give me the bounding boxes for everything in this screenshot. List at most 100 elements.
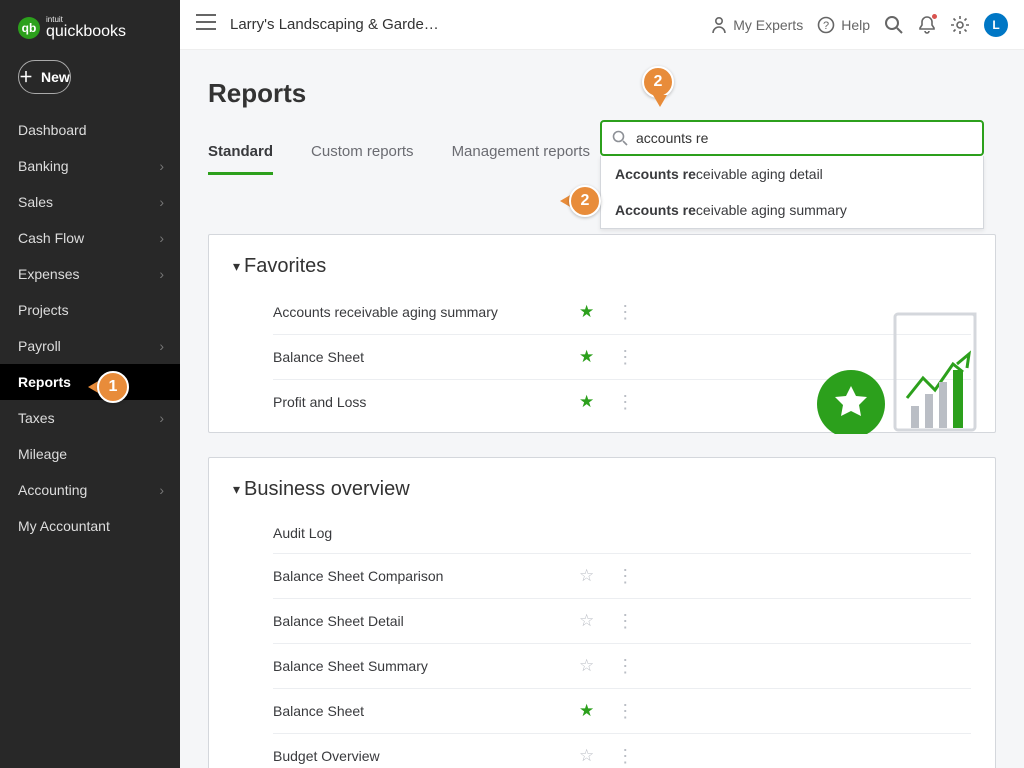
overview-rows: Audit LogBalance Sheet Comparison☆⋮Balan… bbox=[233, 513, 971, 768]
chevron-right-icon: › bbox=[159, 338, 164, 354]
callout-1: 1 bbox=[88, 369, 134, 405]
tab-standard[interactable]: Standard bbox=[208, 143, 273, 175]
report-name[interactable]: Profit and Loss bbox=[273, 394, 573, 410]
favorites-rows: Accounts receivable aging summary★⋮Balan… bbox=[233, 290, 971, 424]
star-icon[interactable]: ☆ bbox=[579, 566, 594, 586]
star-icon[interactable]: ☆ bbox=[579, 746, 594, 766]
search-dropdown: Accounts receivable aging detailAccounts… bbox=[600, 156, 984, 229]
report-row: Balance Sheet ★ ⋮ bbox=[273, 689, 971, 734]
report-name[interactable]: Budget Overview bbox=[273, 748, 573, 764]
sidebar-item-label: Taxes bbox=[18, 410, 55, 426]
sidebar-item-cash-flow[interactable]: Cash Flow› bbox=[0, 220, 180, 256]
search-icon bbox=[884, 15, 904, 35]
callout-2-top-label: 2 bbox=[642, 66, 674, 98]
star-icon[interactable]: ★ bbox=[579, 302, 594, 322]
star-icon[interactable]: ☆ bbox=[579, 656, 594, 676]
report-search-input[interactable] bbox=[636, 130, 972, 146]
report-search-box[interactable] bbox=[600, 120, 984, 156]
report-row: Balance Sheet Summary ☆ ⋮ bbox=[273, 644, 971, 689]
more-icon[interactable]: ⋮ bbox=[616, 702, 634, 720]
tab-management-reports[interactable]: Management reports bbox=[452, 143, 590, 175]
help-label: Help bbox=[841, 17, 870, 33]
favorites-panel: ▾ Favorites Accounts receivable aging su… bbox=[208, 234, 996, 433]
brand-big: quickbooks bbox=[46, 24, 126, 40]
report-row: Balance Sheet Comparison ☆ ⋮ bbox=[273, 554, 971, 599]
plus-icon: ＋ bbox=[19, 67, 33, 87]
qb-badge-icon: qb bbox=[18, 17, 40, 39]
search-button[interactable] bbox=[884, 15, 904, 35]
settings-button[interactable] bbox=[950, 15, 970, 35]
sidebar-item-expenses[interactable]: Expenses › bbox=[0, 256, 180, 292]
more-icon[interactable]: ⋮ bbox=[616, 393, 634, 411]
brand-small: intuit bbox=[46, 16, 126, 24]
chevron-right-icon: › bbox=[159, 410, 164, 426]
report-search-wrap: Accounts receivable aging detailAccounts… bbox=[600, 120, 984, 229]
sidebar-item-mileage[interactable]: Mileage bbox=[0, 436, 180, 472]
callout-2-row-label: 2 bbox=[569, 185, 601, 217]
callout-1-label: 1 bbox=[97, 371, 129, 403]
report-name[interactable]: Balance Sheet bbox=[273, 349, 573, 365]
sidebar-item-sales[interactable]: Sales› bbox=[0, 184, 180, 220]
callout-2-top: 2 bbox=[642, 66, 678, 112]
chevron-right-icon: › bbox=[159, 158, 164, 174]
notifications-button[interactable] bbox=[918, 15, 936, 35]
report-row: Balance Sheet ★ ⋮ bbox=[273, 335, 971, 380]
report-row: Accounts receivable aging summary ★ ⋮ bbox=[273, 290, 971, 335]
sidebar-item-dashboard[interactable]: Dashboard bbox=[0, 112, 180, 148]
overview-heading[interactable]: ▾ Business overview bbox=[233, 478, 971, 501]
chevron-right-icon: › bbox=[159, 230, 164, 246]
star-icon[interactable]: ★ bbox=[579, 347, 594, 367]
favorites-heading[interactable]: ▾ Favorites bbox=[233, 255, 971, 278]
gear-icon bbox=[950, 15, 970, 35]
hamburger-icon[interactable] bbox=[196, 14, 216, 35]
sidebar-item-accounting[interactable]: Accounting › bbox=[0, 472, 180, 508]
person-icon bbox=[711, 16, 727, 34]
search-suggestion[interactable]: Accounts receivable aging summary bbox=[601, 192, 983, 228]
more-icon[interactable]: ⋮ bbox=[616, 747, 634, 765]
my-experts-link[interactable]: My Experts bbox=[711, 16, 803, 34]
sidebar-item-payroll[interactable]: Payroll › bbox=[0, 328, 180, 364]
report-name[interactable]: Accounts receivable aging summary bbox=[273, 304, 573, 320]
company-name[interactable]: Larry's Landscaping & Garde… bbox=[230, 16, 439, 33]
report-name[interactable]: Audit Log bbox=[273, 525, 573, 541]
sidebar-item-label: Accounting bbox=[18, 482, 87, 498]
more-icon[interactable]: ⋮ bbox=[616, 303, 634, 321]
sidebar-item-banking[interactable]: Banking› bbox=[0, 148, 180, 184]
sidebar-item-label: Dashboard bbox=[18, 122, 87, 138]
star-icon[interactable]: ★ bbox=[579, 701, 594, 721]
more-icon[interactable]: ⋮ bbox=[616, 348, 634, 366]
report-name[interactable]: Balance Sheet Summary bbox=[273, 658, 573, 674]
search-suggestion[interactable]: Accounts receivable aging detail bbox=[601, 156, 983, 192]
favorites-title: Favorites bbox=[244, 255, 326, 278]
avatar[interactable]: L bbox=[984, 13, 1008, 37]
more-icon[interactable]: ⋮ bbox=[616, 567, 634, 585]
sidebar-item-label: Payroll bbox=[18, 338, 61, 354]
star-icon[interactable]: ★ bbox=[579, 392, 594, 412]
sidebar-item-label: Mileage bbox=[18, 446, 67, 462]
content-scroll[interactable]: ▾ Favorites Accounts receivable aging su… bbox=[180, 210, 1024, 768]
sidebar-item-my-accountant[interactable]: My Accountant bbox=[0, 508, 180, 544]
sidebar-item-taxes[interactable]: Taxes › bbox=[0, 400, 180, 436]
star-icon[interactable]: ☆ bbox=[579, 611, 594, 631]
help-icon: ? bbox=[817, 16, 835, 34]
notification-dot-icon bbox=[931, 13, 938, 20]
report-name[interactable]: Balance Sheet bbox=[273, 703, 573, 719]
chevron-right-icon: › bbox=[159, 482, 164, 498]
new-button[interactable]: ＋ New bbox=[18, 60, 71, 94]
more-icon[interactable]: ⋮ bbox=[616, 657, 634, 675]
report-row: Audit Log bbox=[273, 513, 971, 554]
more-icon[interactable]: ⋮ bbox=[616, 612, 634, 630]
callout-2-row: 2 bbox=[560, 183, 606, 219]
my-experts-label: My Experts bbox=[733, 17, 803, 33]
tab-custom-reports[interactable]: Custom reports bbox=[311, 143, 414, 175]
report-name[interactable]: Balance Sheet Comparison bbox=[273, 568, 573, 584]
chevron-right-icon: › bbox=[159, 266, 164, 282]
sidebar-item-projects[interactable]: Projects bbox=[0, 292, 180, 328]
overview-title: Business overview bbox=[244, 478, 410, 501]
report-row: Balance Sheet Detail ☆ ⋮ bbox=[273, 599, 971, 644]
search-icon bbox=[612, 130, 628, 146]
help-link[interactable]: ? Help bbox=[817, 16, 870, 34]
nav-list: DashboardBanking›Sales›Cash Flow›Expense… bbox=[0, 112, 180, 544]
report-name[interactable]: Balance Sheet Detail bbox=[273, 613, 573, 629]
sidebar-item-label: Expenses bbox=[18, 266, 79, 282]
